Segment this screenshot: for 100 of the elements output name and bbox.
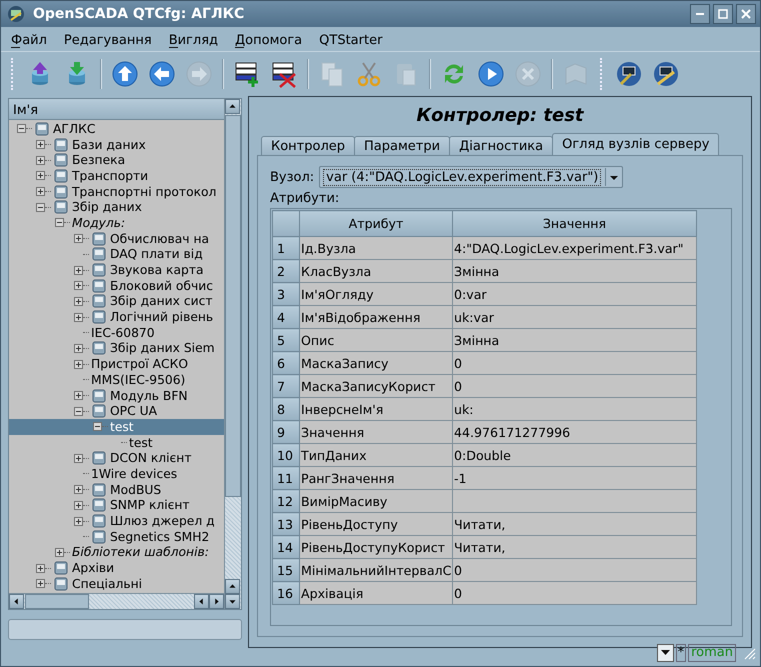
expand-icon[interactable]	[36, 187, 45, 196]
vertical-scrollbar[interactable]	[224, 99, 241, 609]
tree-item[interactable]: Транспорти	[9, 168, 224, 184]
row-header[interactable]: 8	[272, 398, 300, 420]
resize-grip-icon[interactable]	[742, 646, 756, 660]
expand-icon[interactable]	[36, 579, 45, 588]
tree-item[interactable]: MMS(IEC-9506)	[9, 372, 224, 388]
tree-item[interactable]: 1Wire devices	[9, 466, 224, 482]
tree-item[interactable]: Бібліотеки шаблонів:	[9, 544, 224, 560]
scroll-down-icon[interactable]	[225, 594, 240, 609]
row-header[interactable]: 16	[272, 582, 300, 604]
column-header[interactable]: Ім'я	[9, 99, 224, 120]
scroll-left-icon[interactable]	[9, 594, 24, 609]
tab[interactable]: Параметри	[354, 136, 450, 155]
close-button[interactable]	[736, 4, 756, 24]
tree-item[interactable]: Архіви	[9, 560, 224, 576]
minimize-button[interactable]	[690, 4, 710, 24]
row-header[interactable]: 15	[272, 558, 300, 582]
row-header[interactable]: 14	[272, 536, 300, 558]
tree-item[interactable]: Бази даних	[9, 136, 224, 152]
module-icon	[53, 184, 69, 199]
row-header[interactable]: 13	[272, 512, 300, 536]
expand-icon[interactable]	[74, 360, 83, 369]
tree-item[interactable]: Безпека	[9, 152, 224, 168]
tree-item[interactable]: OPC UA	[9, 403, 224, 420]
row-header[interactable]: 7	[272, 374, 300, 398]
tab[interactable]: Огляд вузлів серверу	[552, 133, 720, 155]
row-header[interactable]: 10	[272, 444, 300, 466]
tree-item[interactable]: Модуль:	[9, 215, 224, 231]
expand-icon[interactable]	[74, 296, 83, 306]
tree-item[interactable]: Блоковий обчис	[9, 278, 224, 294]
tree-item[interactable]: Збір даних Siem	[9, 340, 224, 356]
dropdown-button[interactable]	[656, 644, 674, 662]
node-dropdown[interactable]: var (4:"DAQ.LogicLev.experiment.F3.var")	[319, 166, 624, 188]
row-header[interactable]: 12	[272, 490, 300, 512]
tree-item[interactable]: SNMP клієнт	[9, 498, 224, 514]
row-header[interactable]: 11	[272, 466, 300, 490]
tree-item[interactable]: Транспортні протокол	[9, 184, 224, 200]
collapse-icon[interactable]	[36, 202, 45, 212]
table-cell: ТипДаних	[300, 444, 452, 466]
expand-icon[interactable]	[74, 516, 83, 526]
row-header[interactable]: 5	[272, 328, 300, 352]
row-header[interactable]: 1	[272, 236, 300, 260]
expand-icon[interactable]	[36, 140, 45, 150]
tree-item[interactable]: IEC-60870	[9, 324, 224, 341]
row-header[interactable]: 9	[272, 420, 300, 444]
tree-item[interactable]: Шлюз джерел д	[9, 513, 224, 529]
expand-icon[interactable]	[55, 548, 64, 557]
tree-item[interactable]: Пристрої АСКО	[9, 356, 224, 372]
tree-item[interactable]: Обчислювач на	[9, 230, 224, 246]
maximize-button[interactable]	[713, 4, 733, 24]
collapse-icon[interactable]	[55, 218, 64, 228]
tree-item[interactable]: ModBUS	[9, 482, 224, 498]
menu-item[interactable]: Редагування	[58, 32, 158, 48]
expand-icon[interactable]	[74, 485, 83, 494]
tree-item[interactable]: test	[9, 434, 224, 450]
expand-icon[interactable]	[36, 564, 45, 573]
expand-icon[interactable]	[74, 312, 83, 322]
expand-icon[interactable]	[74, 391, 83, 400]
expand-icon[interactable]	[74, 281, 83, 290]
expand-icon[interactable]	[74, 266, 83, 275]
expand-icon[interactable]	[36, 156, 45, 165]
scroll-up-icon[interactable]	[225, 579, 240, 594]
expand-icon[interactable]	[74, 454, 83, 463]
scroll-right-icon[interactable]	[209, 594, 224, 609]
expand-icon[interactable]	[74, 344, 83, 353]
table-cell: Змінна	[452, 328, 696, 352]
expand-icon[interactable]	[36, 171, 45, 180]
collapse-icon[interactable]	[93, 422, 102, 432]
menu-item[interactable]: QTStarter	[313, 32, 388, 48]
expand-icon[interactable]	[74, 234, 83, 244]
tree-item[interactable]: Спеціальні	[9, 576, 224, 592]
collapse-icon[interactable]	[17, 124, 26, 134]
tree-item[interactable]: DAQ плати від	[9, 246, 224, 262]
row-header[interactable]: 4	[272, 306, 300, 328]
expand-icon[interactable]	[74, 500, 83, 510]
row-header[interactable]: 2	[272, 260, 300, 282]
tree-item[interactable]: test	[9, 419, 224, 435]
tab[interactable]: Діагностика	[449, 136, 554, 155]
tree-item[interactable]: Модуль BFN	[9, 388, 224, 404]
tree-item[interactable]: Логічний рівень	[9, 309, 224, 325]
tree-item[interactable]: DCON клієнт	[9, 450, 224, 466]
column-header[interactable]: Значення	[452, 210, 696, 236]
tab[interactable]: Контролер	[261, 136, 356, 155]
text-field[interactable]	[8, 619, 242, 640]
column-header[interactable]: Атрибут	[300, 210, 452, 236]
menu-item[interactable]: Файл	[5, 32, 53, 48]
scroll-up-icon[interactable]	[225, 99, 240, 114]
tree-item[interactable]: Збір даних	[9, 199, 224, 216]
menu-item[interactable]: Допомога	[229, 32, 308, 48]
tree-item[interactable]: Segnetics SMH2	[9, 528, 224, 545]
tree-item[interactable]: Збір даних сист	[9, 294, 224, 310]
tree-item[interactable]: АГЛКС	[9, 121, 224, 137]
row-header[interactable]: 6	[272, 352, 300, 374]
row-header[interactable]: 3	[272, 282, 300, 306]
menu-item[interactable]: Вигляд	[162, 32, 224, 48]
tree-item[interactable]: Звукова карта	[9, 262, 224, 278]
horizontal-scrollbar[interactable]	[9, 593, 224, 609]
scroll-left-icon[interactable]	[194, 594, 209, 609]
collapse-icon[interactable]	[74, 406, 83, 416]
